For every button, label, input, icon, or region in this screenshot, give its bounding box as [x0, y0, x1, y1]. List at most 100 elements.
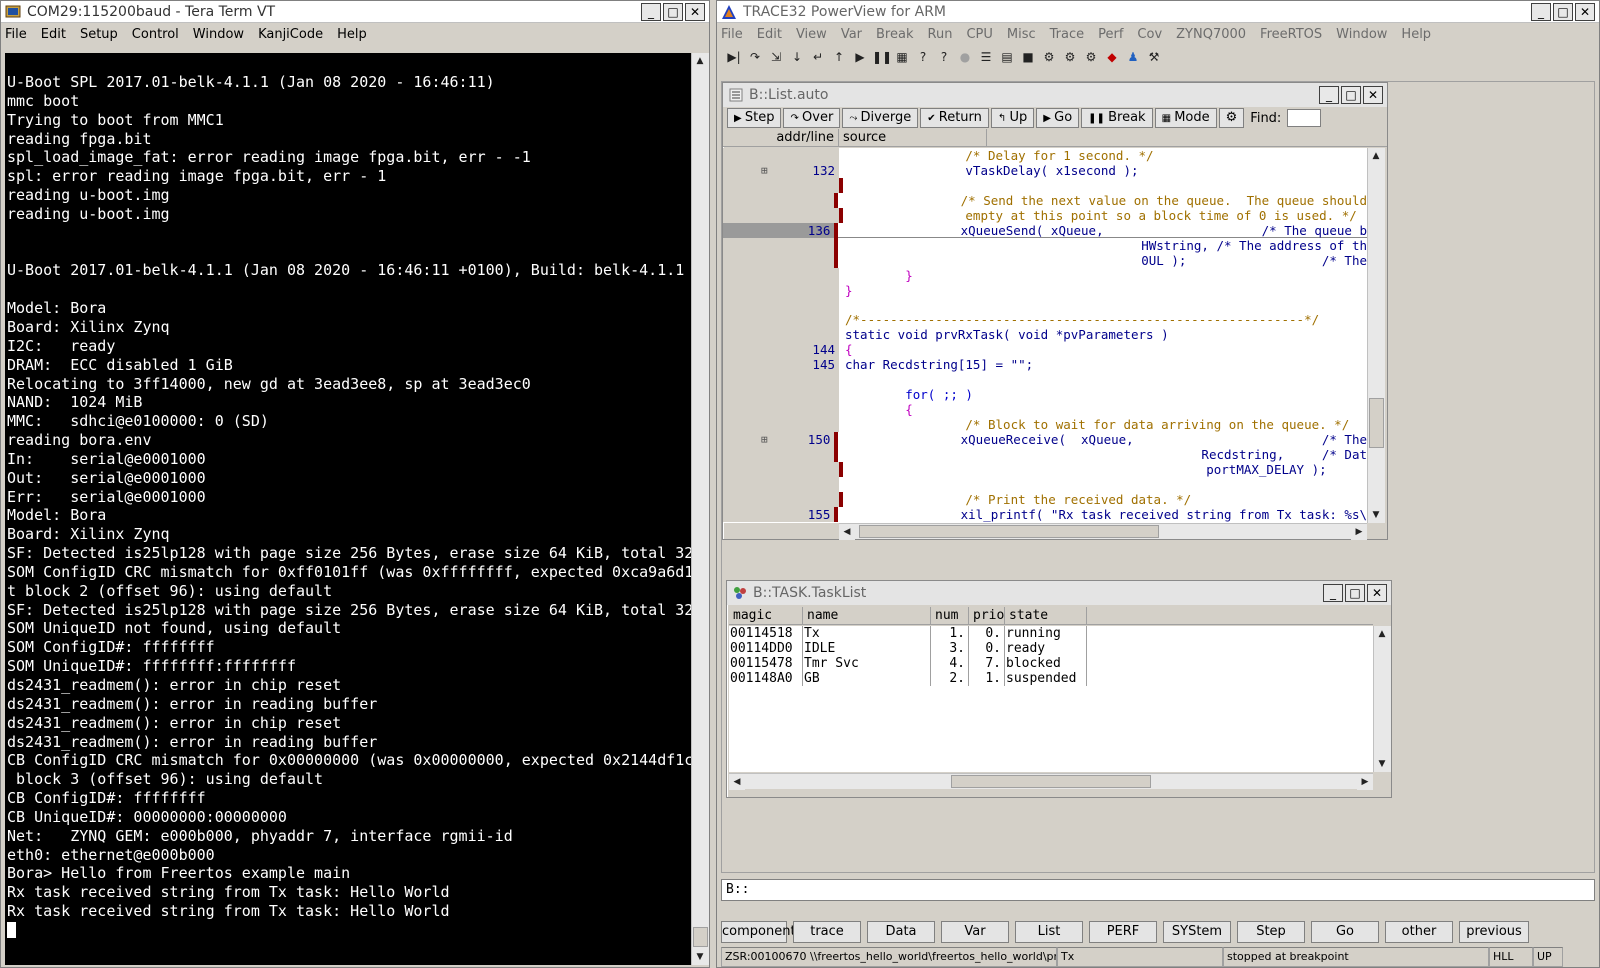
softkey-components[interactable]: components	[721, 921, 802, 943]
list-window-titlebar[interactable]: B::List.auto _ □ ✕	[723, 83, 1387, 107]
column-state[interactable]: state	[1005, 607, 1087, 624]
source-row[interactable]: 145 char Recdstring[15] = "";	[723, 357, 1367, 373]
terminal-scrollbar[interactable]: ▲ ▼	[691, 53, 709, 965]
list-return-button[interactable]: ✔ Return	[920, 108, 989, 128]
person-icon[interactable]: ♟	[1124, 48, 1142, 66]
column-name[interactable]: name	[803, 607, 931, 624]
column-magic[interactable]: magic	[729, 607, 803, 624]
menu-item-perf[interactable]: Perf	[1098, 27, 1123, 42]
scroll-left-arrow[interactable]: ◀	[839, 523, 855, 540]
minimize-button[interactable]: _	[641, 2, 661, 21]
scroll-up-arrow[interactable]: ▲	[1374, 626, 1390, 642]
source-row[interactable]: /* Delay for 1 second. */	[723, 148, 1367, 163]
scroll-right-arrow[interactable]: ▶	[1357, 773, 1373, 790]
menu-item-break[interactable]: Break	[876, 27, 913, 42]
task-row[interactable]: 001148A0 GB 2. 1. suspended	[729, 671, 1373, 686]
source-row[interactable]: static void prvRxTask( void *pvParameter…	[723, 327, 1367, 343]
scroll-up-arrow[interactable]: ▲	[692, 53, 708, 69]
menu-item-edit[interactable]: Edit	[757, 27, 782, 42]
scroll-down-arrow[interactable]: ▼	[692, 949, 708, 965]
up-icon[interactable]: ↑	[830, 48, 848, 66]
task-vscroll[interactable]: ▲ ▼	[1373, 626, 1391, 772]
find-input[interactable]	[1287, 109, 1322, 127]
scroll-down-arrow[interactable]: ▼	[1374, 756, 1390, 772]
expand-plus-icon[interactable]: ⊞	[761, 434, 768, 445]
source-row[interactable]: portMAX_DELAY );	[723, 461, 1367, 477]
scroll-down-arrow[interactable]: ▼	[1368, 507, 1384, 523]
source-row[interactable]: }	[723, 282, 1367, 298]
break-icon[interactable]: ❚❚	[872, 48, 892, 66]
menu-item-run[interactable]: Run	[928, 27, 953, 42]
expand-plus-icon[interactable]: ⊞	[761, 165, 768, 176]
menu-item-misc[interactable]: Misc	[1007, 27, 1036, 42]
memory-icon[interactable]: ■	[1019, 48, 1037, 66]
list-step-button[interactable]: ▶ Step	[727, 108, 782, 128]
source-row[interactable]: /*--------------------------------------…	[723, 312, 1367, 328]
scroll-right-arrow[interactable]: ▶	[1351, 523, 1367, 540]
softkey-data[interactable]: Data	[867, 921, 935, 943]
close-button[interactable]: ✕	[1363, 86, 1383, 104]
softkey-trace[interactable]: trace	[793, 921, 861, 943]
wrench-icon[interactable]: ⚒	[1145, 48, 1163, 66]
help-icon[interactable]: ?	[914, 48, 932, 66]
list-up-button[interactable]: ↰ Up	[990, 108, 1035, 128]
maximize-button[interactable]: □	[663, 2, 683, 21]
menu-item-setup[interactable]: Setup	[80, 27, 118, 42]
tasklist-window-titlebar[interactable]: B::TASK.TaskList _ □ ✕	[727, 581, 1391, 605]
list-vscroll[interactable]: ▲ ▼	[1367, 148, 1385, 523]
trace-icon[interactable]: ⚙	[1040, 48, 1058, 66]
step-over-icon[interactable]: ↷	[746, 48, 764, 66]
mode-icon[interactable]: ▦	[893, 48, 911, 66]
list-hscroll[interactable]: ◀ ▶	[839, 523, 1367, 540]
menu-item-kanjicode[interactable]: KanjiCode	[258, 27, 323, 42]
menu-item-file[interactable]: File	[5, 27, 27, 42]
source-row[interactable]: 132 ⊞ vTaskDelay( x1second );	[723, 162, 1367, 178]
menu-item-view[interactable]: View	[796, 27, 827, 42]
source-row[interactable]: /* Block to wait for data arriving on th…	[723, 417, 1367, 433]
step-into-icon[interactable]: ▶|	[725, 48, 743, 66]
task-row[interactable]: 00114518 Tx 1. 0. running	[729, 626, 1373, 641]
softkey-previous[interactable]: previous	[1459, 921, 1529, 943]
source-row[interactable]: Recdstring, /* Dat	[723, 447, 1367, 462]
scroll-left-arrow[interactable]: ◀	[729, 773, 745, 790]
stop-icon[interactable]: ●	[956, 48, 974, 66]
source-row[interactable]: 155 xil_printf( "Rx task received string…	[723, 506, 1367, 522]
source-row[interactable]: /* Send the next value on the queue. The…	[723, 192, 1367, 208]
scroll-thumb[interactable]	[859, 525, 1159, 538]
menu-item-cpu[interactable]: CPU	[966, 27, 992, 42]
close-button[interactable]: ✕	[1367, 584, 1387, 602]
maximize-button[interactable]: □	[1553, 2, 1573, 21]
list-diverge-button[interactable]: ⤳ Diverge	[842, 108, 919, 128]
softkey-var[interactable]: Var	[941, 921, 1009, 943]
scroll-thumb[interactable]	[951, 775, 1151, 788]
list-icon[interactable]: ☰	[977, 48, 995, 66]
scroll-thumb[interactable]	[693, 927, 708, 947]
source-row[interactable]: /* Print the received data. */	[723, 491, 1367, 507]
terminal-output[interactable]: U-Boot SPL 2017.01-belk-4.1.1 (Jan 08 20…	[5, 53, 691, 965]
menu-item-help[interactable]: Help	[1401, 27, 1431, 42]
source-row[interactable]: empty at this point so a block time of 0…	[723, 207, 1367, 223]
menu-item-freertos[interactable]: FreeRTOS	[1260, 27, 1322, 42]
source-row[interactable]: 0UL ); /* The	[723, 252, 1367, 268]
column-num[interactable]: num	[931, 607, 969, 624]
maximize-button[interactable]: □	[1345, 584, 1365, 602]
softkey-system[interactable]: SYStem	[1163, 921, 1231, 943]
minimize-button[interactable]: _	[1323, 584, 1343, 602]
go-icon[interactable]: ▶	[851, 48, 869, 66]
list-break-button[interactable]: ❚❚ Break	[1081, 108, 1153, 128]
minimize-button[interactable]: _	[1531, 2, 1551, 21]
source-row[interactable]: 136 xQueueSend( xQueue, /* The queue b	[723, 222, 1367, 238]
task-row[interactable]: 00115478 Tmr Svc 4. 7. blocked	[729, 656, 1373, 671]
menu-item-cov[interactable]: Cov	[1137, 27, 1162, 42]
cov-icon[interactable]: ⚙	[1082, 48, 1100, 66]
source-row[interactable]: 150 ⊞ xQueueReceive( xQueue, /* The	[723, 432, 1367, 448]
close-button[interactable]: ✕	[685, 2, 705, 21]
menu-item-window[interactable]: Window	[1336, 27, 1387, 42]
step-asm-icon[interactable]: ⇲	[767, 48, 785, 66]
column-addr-line[interactable]: addr/line	[723, 129, 839, 146]
source-row[interactable]	[723, 177, 1367, 193]
scroll-up-arrow[interactable]: ▲	[1368, 148, 1384, 164]
source-row[interactable]: {	[723, 402, 1367, 418]
list-mode-button[interactable]: ▦ Mode	[1154, 108, 1217, 128]
menu-item-trace[interactable]: Trace	[1050, 27, 1085, 42]
